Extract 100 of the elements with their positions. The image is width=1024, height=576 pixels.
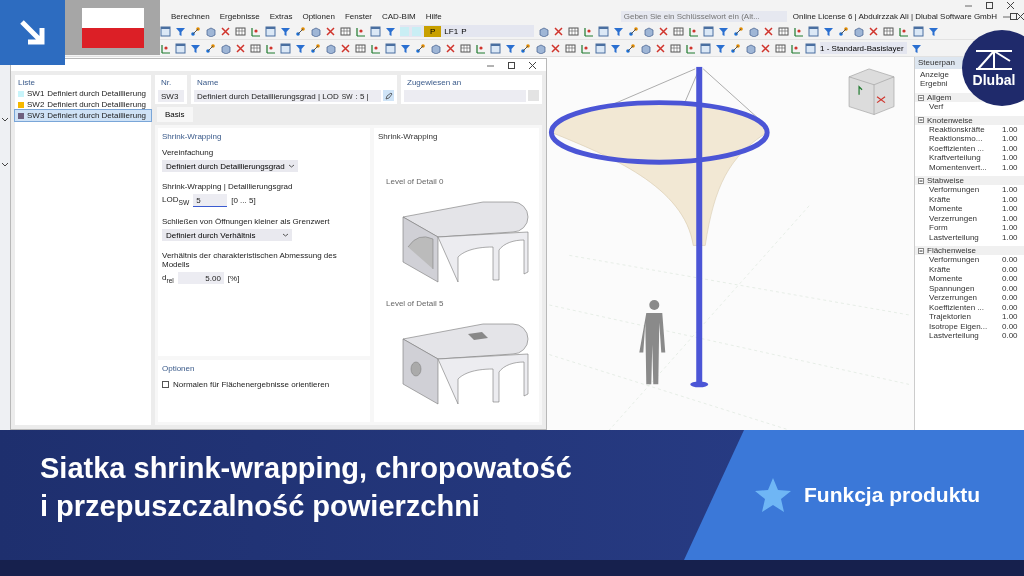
tree-item[interactable]: Isotrope Eigen... — [929, 321, 988, 331]
cube-icon[interactable] — [535, 42, 546, 54]
close-icon[interactable] — [550, 42, 561, 54]
cube-icon[interactable] — [745, 42, 756, 54]
filter-icon[interactable] — [280, 25, 291, 37]
ratio-spin-field[interactable]: 5.00 — [177, 272, 224, 284]
axis-icon[interactable] — [265, 42, 276, 54]
diagram-icon[interactable] — [415, 42, 426, 54]
axis-icon[interactable] — [583, 25, 595, 37]
window-icon[interactable] — [700, 42, 711, 54]
diagram-icon[interactable] — [733, 25, 745, 37]
tree-item[interactable]: Kräfte — [929, 194, 951, 204]
diagram-icon[interactable] — [520, 42, 531, 54]
window-icon[interactable] — [385, 42, 396, 54]
cube-icon[interactable] — [748, 25, 760, 37]
close-icon[interactable] — [220, 25, 231, 37]
chevron-icon[interactable] — [2, 162, 8, 167]
list-item[interactable]: SW3 Definiert durch Detaillierung — [15, 110, 151, 121]
table-icon[interactable] — [250, 42, 261, 54]
table-icon[interactable] — [673, 25, 685, 37]
tree-item[interactable]: Koeffizienten ... — [929, 143, 984, 153]
close-icon[interactable] — [760, 42, 771, 54]
table-icon[interactable] — [565, 42, 576, 54]
table-icon[interactable] — [778, 25, 790, 37]
filter-icon[interactable] — [715, 42, 726, 54]
window-icon[interactable] — [913, 25, 925, 37]
close-icon[interactable] — [340, 42, 351, 54]
tree-item[interactable]: Kraftverteilung — [929, 153, 981, 163]
axis-icon[interactable] — [160, 42, 171, 54]
list-item[interactable]: SW1 Definiert durch Detaillierung — [15, 88, 151, 99]
view-cube-icon[interactable] — [848, 68, 895, 115]
collapse-icon[interactable] — [918, 94, 924, 101]
axis-icon[interactable] — [355, 25, 366, 37]
cube-icon[interactable] — [538, 25, 550, 37]
window-icon[interactable] — [370, 25, 381, 37]
table-icon[interactable] — [340, 25, 351, 37]
checkbox[interactable] — [162, 381, 169, 388]
diagram-icon[interactable] — [310, 42, 321, 54]
menu-item[interactable]: CAD-BIM — [377, 12, 421, 21]
diagram-icon[interactable] — [190, 25, 201, 37]
close-icon[interactable] — [1007, 1, 1014, 9]
collapse-icon[interactable] — [918, 117, 924, 123]
window-icon[interactable] — [490, 42, 501, 54]
filter-icon[interactable] — [823, 25, 835, 37]
close-icon[interactable] — [1017, 13, 1024, 20]
menu-item[interactable]: Berechnen — [166, 12, 215, 21]
menu-item[interactable]: Extras — [264, 12, 298, 21]
cube-icon[interactable] — [853, 25, 865, 37]
menu-item[interactable]: Hilfe — [420, 12, 447, 21]
search-field[interactable]: Geben Sie ein Schlüsselwort ein (Alt... — [620, 11, 787, 22]
lod-spin-field[interactable]: 5 — [193, 194, 228, 207]
tree-item[interactable]: Momentenvert... — [929, 162, 987, 172]
tree-item[interactable]: Verformungen — [929, 255, 980, 265]
edit-button[interactable] — [383, 90, 394, 101]
filter-icon[interactable] — [610, 42, 621, 54]
close-icon[interactable] — [445, 42, 456, 54]
table-icon[interactable] — [670, 42, 681, 54]
close-icon[interactable] — [553, 25, 565, 37]
menu-item[interactable]: Ergebnisse — [214, 12, 265, 21]
tree-item[interactable]: Koeffizienten ... — [929, 302, 984, 312]
filter-icon[interactable] — [400, 42, 411, 54]
table-icon[interactable] — [460, 42, 471, 54]
axis-icon[interactable] — [793, 25, 805, 37]
maximize-icon[interactable] — [508, 61, 515, 69]
close-icon[interactable] — [763, 25, 775, 37]
cube-icon[interactable] — [640, 42, 651, 54]
cube-icon[interactable] — [310, 25, 321, 37]
tree-item[interactable]: Lastverteilung — [929, 232, 979, 242]
filter-icon[interactable] — [928, 25, 940, 37]
filter-icon[interactable] — [613, 25, 625, 37]
collapse-icon[interactable] — [918, 177, 924, 184]
window-icon[interactable] — [703, 25, 715, 37]
tree-item[interactable]: Momente — [929, 204, 963, 214]
filter-icon[interactable] — [385, 25, 396, 37]
window-icon[interactable] — [265, 25, 276, 37]
axis-icon[interactable] — [580, 42, 591, 54]
cube-icon[interactable] — [430, 42, 441, 54]
filter-icon[interactable] — [910, 42, 922, 54]
filter-icon[interactable] — [190, 42, 201, 54]
window-icon[interactable] — [595, 42, 606, 54]
axis-icon[interactable] — [685, 42, 696, 54]
axis-icon[interactable] — [475, 42, 486, 54]
tree-item[interactable]: Verformungen — [929, 185, 980, 195]
cube-icon[interactable] — [205, 25, 216, 37]
diagram-icon[interactable] — [838, 25, 850, 37]
diagram-icon[interactable] — [295, 25, 306, 37]
diagram-icon[interactable] — [628, 25, 640, 37]
tree-item[interactable]: Trajektorien — [929, 312, 971, 322]
window-icon[interactable] — [280, 42, 291, 54]
tree-item[interactable]: Form — [929, 223, 948, 233]
filter-icon[interactable] — [505, 42, 516, 54]
table-icon[interactable] — [775, 42, 786, 54]
list-item[interactable]: SW2 Definiert durch Detaillierung — [15, 99, 151, 110]
tab[interactable]: Basis — [157, 107, 193, 122]
close-icon[interactable] — [655, 42, 666, 54]
axis-icon[interactable] — [688, 25, 700, 37]
cube-icon[interactable] — [220, 42, 231, 54]
chevron-icon[interactable] — [2, 117, 8, 122]
tree-item[interactable]: Reaktionsmo... — [929, 134, 983, 144]
cube-icon[interactable] — [325, 42, 336, 54]
